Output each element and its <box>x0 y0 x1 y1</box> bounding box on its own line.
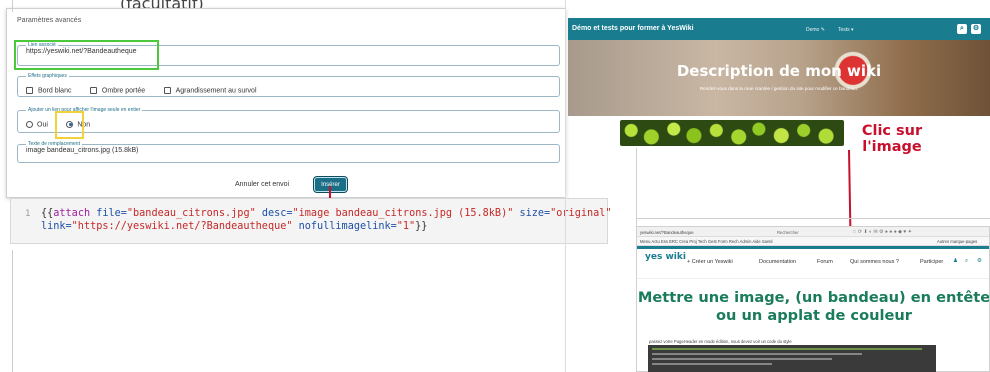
gear-icon[interactable]: ⚙ <box>971 24 981 34</box>
alt-fieldset: Texte de remplacement image bandeau_citr… <box>17 141 560 163</box>
yeswiki-logo[interactable]: yes wiki <box>645 252 686 262</box>
divider <box>636 218 990 219</box>
hero-subtitle: Rendez-vous dans la roue crantée / gesti… <box>699 86 859 91</box>
code-line <box>652 358 832 360</box>
bookmarks-list[interactable]: Menu Actu Ess ERC Crea Proj Tech Gest Fo… <box>640 239 773 244</box>
search-icon[interactable]: ⌕ <box>965 258 968 265</box>
other-bookmarks[interactable]: Autres marque-pages <box>937 239 977 244</box>
url-text[interactable]: yeswiki.net/?Bandeautheque <box>640 230 694 235</box>
nav-forum[interactable]: Forum <box>817 259 833 265</box>
dark-code-block <box>648 345 936 372</box>
link-highlight-box <box>14 40 159 70</box>
nav-create-yeswiki[interactable]: + Créer un Yeswiki <box>687 259 733 265</box>
link-only-legend: Ajouter un lien pour afficher l'image se… <box>28 107 141 113</box>
nav-about[interactable]: Qui sommes nous ? <box>850 259 899 265</box>
site-preview-header: Démo et tests pour former à YesWiki Demo… <box>568 18 990 116</box>
page-title: Mettre une image, (un bandeau) en entête… <box>637 289 990 324</box>
lime-banner-image[interactable] <box>620 120 844 146</box>
user-icon[interactable]: ♟ <box>953 258 958 264</box>
advanced-settings-panel: Paramètres avancés Lien associé https://… <box>6 8 566 198</box>
nav-participate[interactable]: Participer <box>920 259 943 265</box>
divider <box>565 0 566 372</box>
effect-white-border-option[interactable]: Bord blanc <box>26 86 71 94</box>
site-title[interactable]: Démo et tests pour former à YesWiki <box>572 25 694 32</box>
arrow-line <box>329 186 331 198</box>
site-navbar: yes wiki + Créer un Yeswiki Documentatio… <box>637 249 989 279</box>
nav-item-tests[interactable]: Tests ▾ <box>838 27 854 33</box>
nav-documentation[interactable]: Documentation <box>759 259 796 265</box>
code-line-2: link="https://yeswiki.net/?Bandeautheque… <box>41 221 428 232</box>
link-only-fieldset: Ajouter un lien pour afficher l'image se… <box>17 107 560 133</box>
checkbox-icon[interactable] <box>26 86 33 94</box>
checkbox-icon[interactable] <box>163 86 171 94</box>
panel-title: Paramètres avancés <box>17 17 82 24</box>
click-annotation: Clic sur l'image <box>861 123 923 155</box>
browser-address-bar: yeswiki.net/?Bandeautheque Rechercher ☆ … <box>637 227 989 237</box>
line-number: 1 <box>25 209 31 219</box>
search-icon[interactable]: ⌕ <box>957 24 967 34</box>
non-highlight-box <box>55 111 84 139</box>
divider <box>12 250 13 372</box>
code-line <box>652 353 862 355</box>
code-line-1: {{attach file="bandeau_citrons.jpg" desc… <box>41 208 612 219</box>
site-navbar: Démo et tests pour former à YesWiki Demo… <box>568 18 990 40</box>
effects-legend: Effets graphiques <box>28 73 67 79</box>
divider <box>636 148 637 226</box>
hero-title: Description de mon wiki <box>676 62 882 80</box>
nav-item-demo[interactable]: Demo ✎ <box>806 27 825 33</box>
divider <box>12 0 13 12</box>
effect-zoom-option[interactable]: Agrandissement au survol <box>163 86 257 94</box>
alt-input[interactable]: image bandeau_citrons.jpg (15.8kB) <box>26 147 551 154</box>
browser-search[interactable]: Rechercher <box>777 230 799 235</box>
code-editor[interactable]: 1 {{attach file="bandeau_citrons.jpg" de… <box>10 198 612 244</box>
hero-banner: Description de mon wiki Rendez-vous dans… <box>568 40 990 116</box>
body-text: passez votre PageHeader en mode édition,… <box>649 339 792 344</box>
code-line <box>652 348 922 350</box>
bookmarks-bar: Menu Actu Ess ERC Crea Proj Tech Gest Fo… <box>637 237 989 246</box>
checkbox-icon[interactable] <box>89 86 97 94</box>
gear-icon[interactable]: ⚙ <box>977 258 982 264</box>
cancel-upload-link[interactable]: Annuler cet envoi <box>235 181 289 188</box>
effects-fieldset: Effets graphiques Bord blanc Ombre porté… <box>17 73 560 97</box>
option-oui[interactable]: Oui <box>26 120 48 128</box>
code-line <box>652 363 772 365</box>
radio-icon[interactable] <box>26 120 33 128</box>
effect-shadow-option[interactable]: Ombre portée <box>89 86 145 94</box>
toolbar-icons: ☆ ⟳ ⬇ ◐ ✉ ⚙ ● ● ● ◆ ♥ ✦ <box>852 229 912 235</box>
